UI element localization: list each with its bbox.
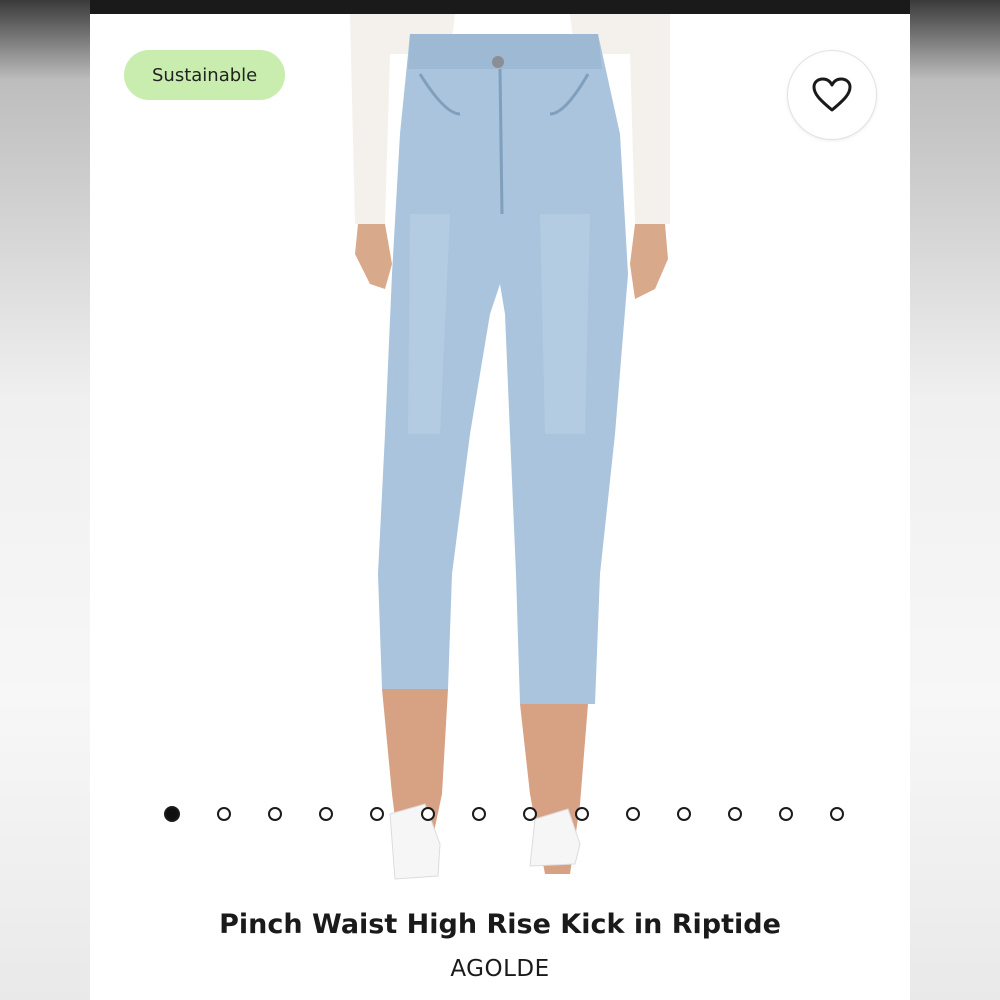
product-brand[interactable]: AGOLDE [90,956,910,982]
heart-outline-icon [812,77,852,112]
product-title: Pinch Waist High Rise Kick in Riptide [219,909,781,940]
left-background [0,0,90,1000]
sustainable-badge-label: Sustainable [152,64,258,86]
product-photo[interactable] [330,14,690,894]
carousel-dot[interactable] [268,807,283,821]
sustainable-badge: Sustainable [124,50,286,100]
top-edge-bar [0,0,1000,14]
carousel-dot[interactable] [217,807,232,821]
carousel-dot[interactable] [164,806,180,822]
carousel-dot[interactable] [370,807,385,821]
carousel-dot[interactable] [574,807,589,821]
carousel-dot[interactable] [625,807,640,821]
carousel-dot[interactable] [319,807,334,821]
right-background [910,0,1000,1000]
carousel-dot[interactable] [472,807,487,821]
carousel-dot[interactable] [778,807,793,821]
favorite-button[interactable] [787,50,877,140]
carousel-dot[interactable] [676,807,691,821]
carousel-dot[interactable] [829,807,844,821]
carousel-dot[interactable] [421,807,436,821]
carousel-dot[interactable] [727,807,742,821]
carousel-indicator [164,804,844,824]
carousel-dot[interactable] [523,807,538,821]
product-card: Sustainable Pinch Waist High Rise Kick i… [90,14,910,1000]
